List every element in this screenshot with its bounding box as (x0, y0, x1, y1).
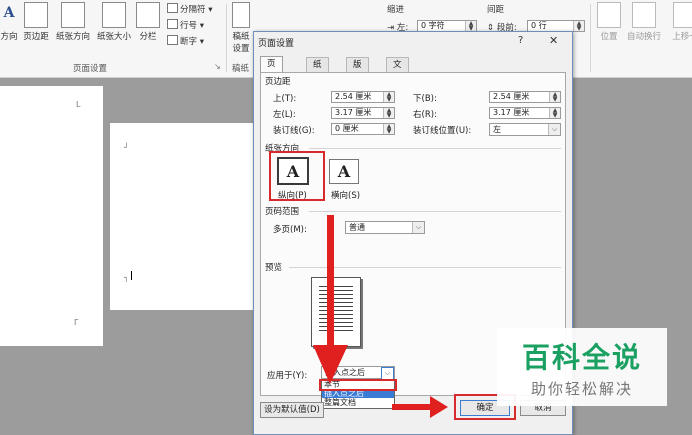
watermark: 百科全说 助你轻松解决 (497, 328, 667, 406)
watermark-title: 百科全说 (521, 341, 642, 374)
down-arrow-head (313, 345, 348, 384)
watermark-subtitle: 助你轻松解决 (530, 380, 633, 398)
down-arrow-shaft (327, 215, 334, 347)
right-arrow-shaft (392, 404, 432, 410)
right-arrow-head (430, 396, 448, 418)
